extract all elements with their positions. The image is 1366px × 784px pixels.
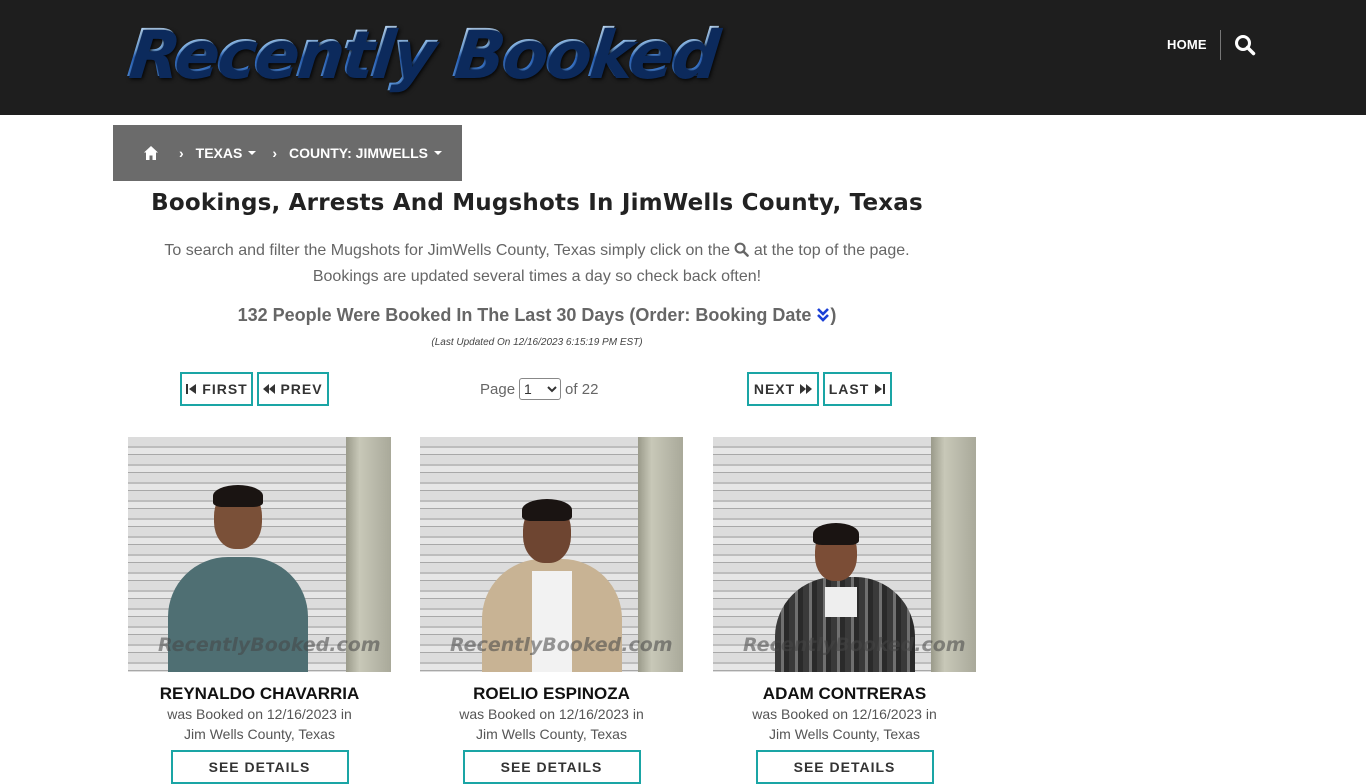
caret-down-icon	[434, 151, 442, 155]
description-text-start: To search and filter the Mugshots for Ji…	[164, 242, 730, 259]
see-details-button[interactable]: SEE DETAILS	[755, 750, 934, 784]
nav-home-link[interactable]: HOME	[1167, 36, 1207, 54]
booking-count: 132 People Were Booked In The Last 30 Da…	[113, 305, 961, 326]
booking-name[interactable]: REYNALDO CHAVARRIA	[128, 684, 391, 704]
mugshot-photo[interactable]: RecentlyBooked.com	[128, 437, 391, 672]
prev-page-label: PREV	[280, 381, 323, 397]
booking-date: was Booked on 12/16/2023 in	[459, 706, 644, 722]
booking-date: was Booked on 12/16/2023 in	[752, 706, 937, 722]
first-page-label: FIRST	[202, 381, 248, 397]
description-text-end: at the top of the page.	[753, 242, 910, 259]
sort-order-icon[interactable]	[816, 307, 830, 323]
last-page-button[interactable]: LAST	[823, 372, 892, 406]
skip-back-icon	[186, 384, 197, 394]
breadcrumb: › TEXAS › COUNTY: JIMWELLS	[113, 125, 462, 181]
booking-date: was Booked on 12/16/2023 in	[167, 706, 352, 722]
mugshot-photo[interactable]: RecentlyBooked.com	[420, 437, 683, 672]
booking-card[interactable]: RecentlyBooked.com ROELIO ESPINOZA was B…	[420, 437, 683, 784]
page-total-label: of 22	[565, 380, 599, 398]
booking-location: Jim Wells County, Texas	[476, 726, 627, 742]
search-icon	[734, 242, 750, 257]
booking-card[interactable]: RecentlyBooked.com ADAM CONTRERAS was Bo…	[713, 437, 976, 784]
logo-text: Recently Booked	[124, 15, 720, 92]
page-label: Page	[480, 380, 516, 398]
nav-divider	[1220, 30, 1221, 60]
watermark: RecentlyBooked.com	[743, 634, 966, 656]
booking-count-close: )	[830, 305, 837, 325]
next-page-button[interactable]: NEXT	[747, 372, 819, 406]
site-logo[interactable]: Recently Booked	[124, 14, 720, 94]
fast-forward-icon	[800, 384, 813, 394]
last-updated: (Last Updated On 12/16/2023 6:15:19 PM E…	[431, 337, 643, 348]
page-description: To search and filter the Mugshots for Ji…	[113, 238, 961, 290]
chevron-right-icon: ›	[272, 145, 278, 161]
watermark: RecentlyBooked.com	[450, 634, 673, 656]
breadcrumb-county-dropdown[interactable]: COUNTY: JIMWELLS	[289, 145, 442, 161]
first-page-button[interactable]: FIRST	[180, 372, 253, 406]
caret-down-icon	[248, 151, 257, 155]
prev-page-button[interactable]: PREV	[257, 372, 329, 406]
booking-card[interactable]: RecentlyBooked.com REYNALDO CHAVARRIA wa…	[128, 437, 391, 784]
see-details-button[interactable]: SEE DETAILS	[170, 750, 349, 784]
next-page-label: NEXT	[753, 381, 796, 397]
breadcrumb-county-label: COUNTY: JIMWELLS	[289, 145, 428, 161]
rewind-icon	[263, 384, 276, 394]
last-page-label: LAST	[828, 381, 870, 397]
home-icon[interactable]	[143, 145, 159, 161]
booking-count-text: 132 People Were Booked In The Last 30 Da…	[237, 305, 812, 325]
site-header: Recently Booked HOME	[0, 0, 1366, 115]
booking-name[interactable]: ADAM CONTRERAS	[713, 684, 976, 704]
booking-location: Jim Wells County, Texas	[769, 726, 920, 742]
watermark: RecentlyBooked.com	[158, 634, 381, 656]
page-select[interactable]: 1	[519, 378, 562, 400]
booking-location: Jim Wells County, Texas	[184, 726, 335, 742]
chevron-right-icon: ›	[179, 145, 184, 161]
search-icon[interactable]	[1234, 34, 1256, 56]
booking-name[interactable]: ROELIO ESPINOZA	[420, 684, 683, 704]
breadcrumb-state-label: TEXAS	[195, 145, 243, 161]
breadcrumb-state-dropdown[interactable]: TEXAS	[196, 145, 257, 161]
page-selector: Page 1 of 22	[480, 377, 598, 401]
mugshot-photo[interactable]: RecentlyBooked.com	[713, 437, 976, 672]
page-title: Bookings, Arrests And Mugshots In JimWel…	[151, 190, 923, 216]
skip-forward-icon	[875, 384, 886, 394]
see-details-button[interactable]: SEE DETAILS	[462, 750, 641, 784]
description-line-2: Bookings are updated several times a day…	[312, 268, 762, 285]
